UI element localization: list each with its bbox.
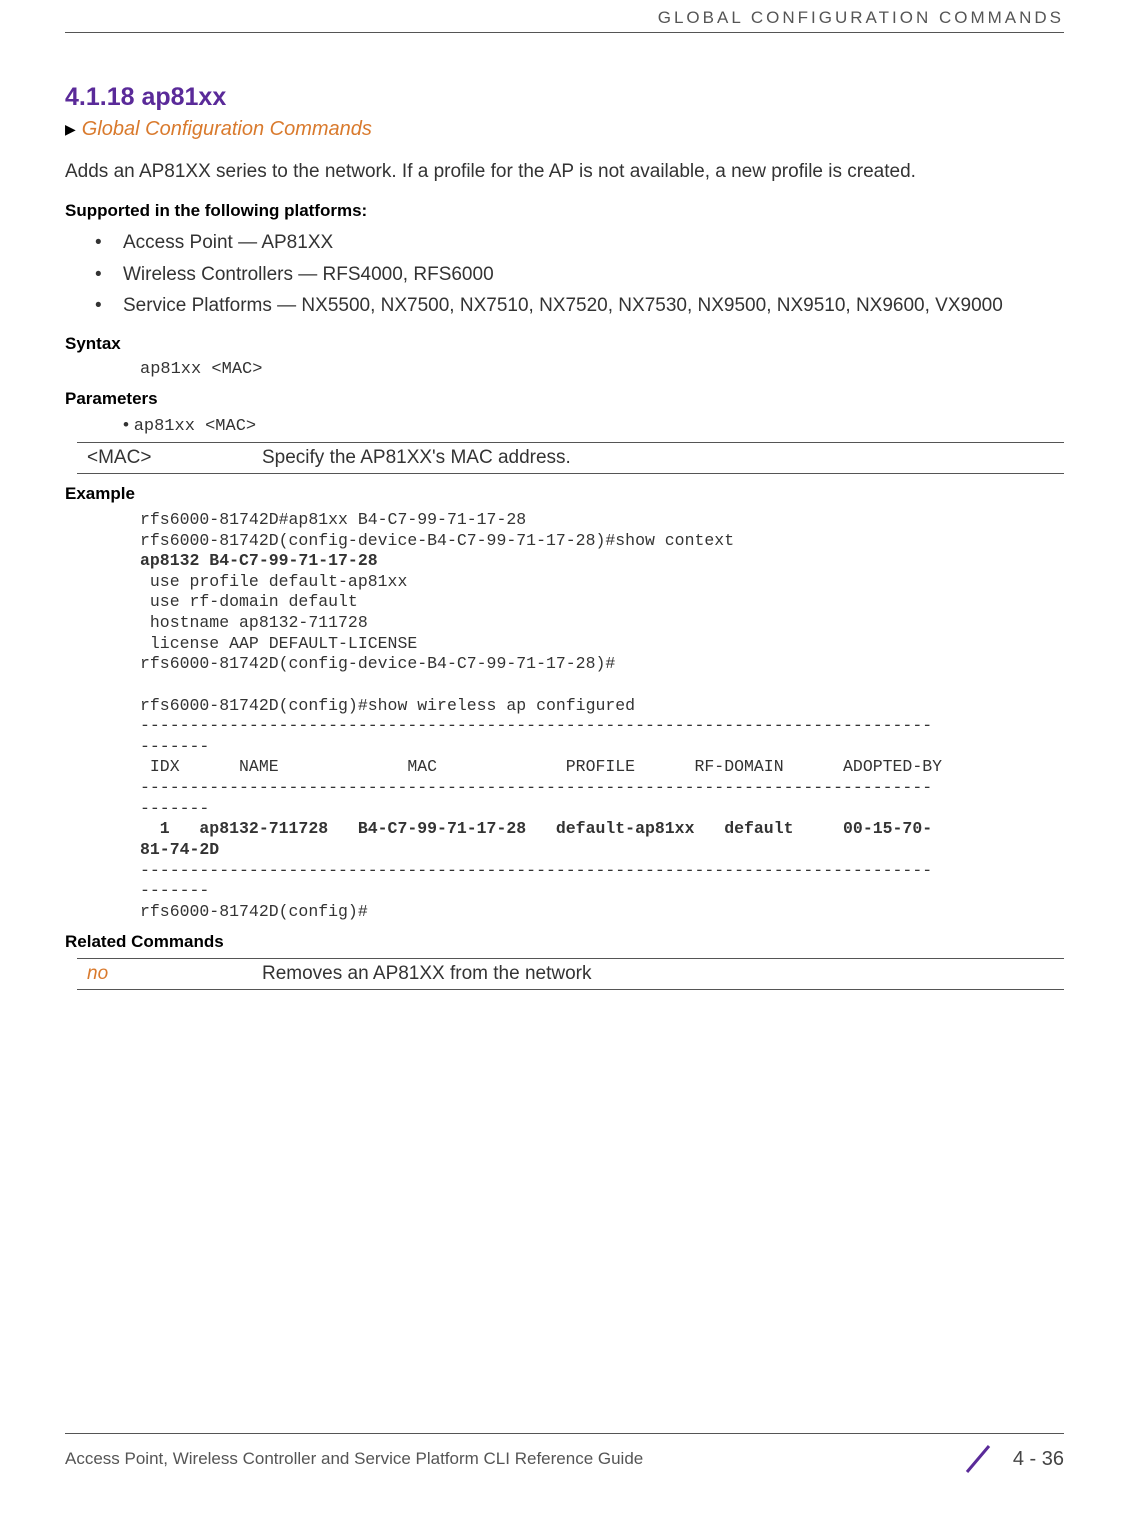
example-text-bold: ap8132 B4-C7-99-71-17-28 <box>140 551 378 570</box>
syntax-heading: Syntax <box>65 334 1064 354</box>
example-output: rfs6000-81742D#ap81xx B4-C7-99-71-17-28 … <box>140 510 1064 923</box>
parameters-bullet: ap81xx <MAC> <box>123 415 1064 436</box>
section-title: 4.1.18 ap81xx <box>65 83 1064 112</box>
intro-paragraph: Adds an AP81XX series to the network. If… <box>65 161 1064 183</box>
example-text: use profile default-ap81xx use rf-domain… <box>140 572 942 818</box>
platforms-heading: Supported in the following platforms: <box>65 201 1064 221</box>
page-number: 4 - 36 <box>1013 1448 1064 1471</box>
example-text: rfs6000-81742D#ap81xx B4-C7-99-71-17-28 … <box>140 510 734 550</box>
breadcrumb: ▶ Global Configuration Commands <box>65 118 1064 141</box>
platforms-list: Access Point — AP81XX Wireless Controlle… <box>65 227 1064 322</box>
list-item: Wireless Controllers — RFS4000, RFS6000 <box>65 259 1064 291</box>
related-commands-table: no Removes an AP81XX from the network <box>77 958 1064 990</box>
example-text-bold: 1 ap8132-711728 B4-C7-99-71-17-28 defaul… <box>140 819 932 859</box>
list-item: Access Point — AP81XX <box>65 227 1064 259</box>
example-heading: Example <box>65 484 1064 504</box>
related-heading: Related Commands <box>65 932 1064 952</box>
footer-guide-title: Access Point, Wireless Controller and Se… <box>65 1449 643 1469</box>
table-row: no Removes an AP81XX from the network <box>77 959 1064 990</box>
slash-icon <box>961 1442 995 1476</box>
triangle-right-icon: ▶ <box>65 121 76 138</box>
example-text: ----------------------------------------… <box>140 861 932 921</box>
table-row: <MAC> Specify the AP81XX's MAC address. <box>77 442 1064 473</box>
parameters-table: <MAC> Specify the AP81XX's MAC address. <box>77 442 1064 474</box>
param-name: <MAC> <box>77 442 252 473</box>
top-rule <box>65 32 1064 33</box>
related-cmd[interactable]: no <box>77 959 252 990</box>
list-item: Service Platforms — NX5500, NX7500, NX75… <box>65 290 1064 322</box>
breadcrumb-text[interactable]: Global Configuration Commands <box>82 118 372 141</box>
related-desc: Removes an AP81XX from the network <box>252 959 1064 990</box>
running-head: GLOBAL CONFIGURATION COMMANDS <box>65 0 1064 32</box>
syntax-line: ap81xx <MAC> <box>140 360 1064 379</box>
param-desc: Specify the AP81XX's MAC address. <box>252 442 1064 473</box>
page-footer: Access Point, Wireless Controller and Se… <box>0 1433 1129 1476</box>
footer-rule <box>65 1433 1064 1434</box>
parameters-heading: Parameters <box>65 389 1064 409</box>
